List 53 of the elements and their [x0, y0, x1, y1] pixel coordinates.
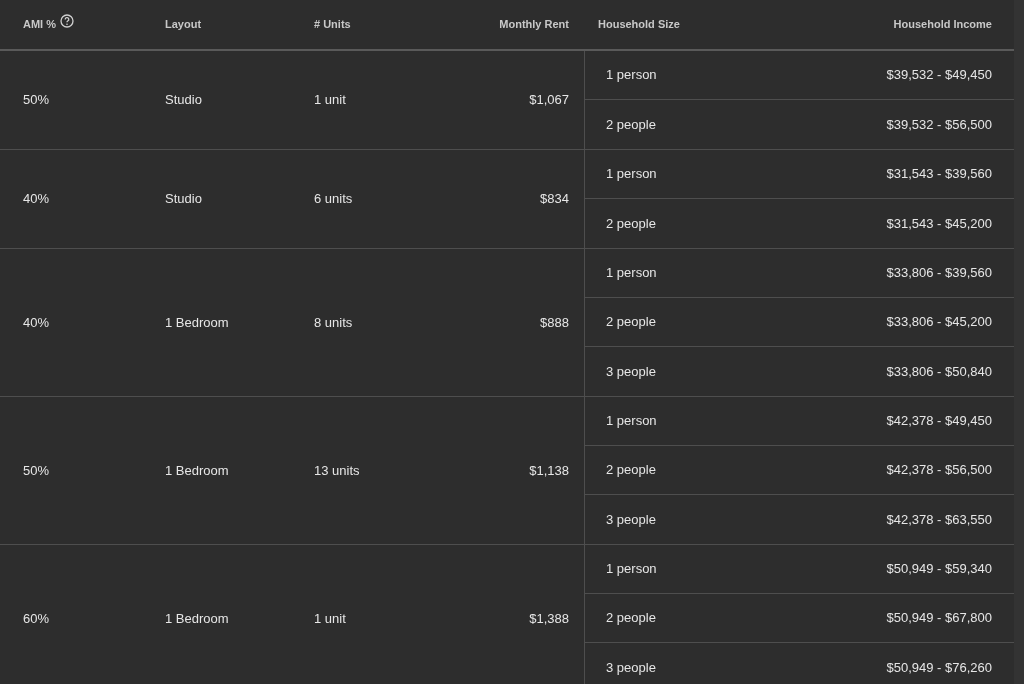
- column-header: Household Income: [893, 17, 992, 33]
- table-cell-text: $888: [540, 313, 569, 332]
- column-header: AMI %: [23, 17, 56, 33]
- table-cell-text: 40%: [23, 190, 50, 209]
- table-cell-text: Studio: [165, 91, 202, 110]
- table-cell-text: 2 people: [606, 609, 656, 628]
- table-cell-text: 50%: [23, 461, 50, 480]
- table-cell-text: 3 people: [606, 510, 656, 529]
- table-cell-text: $33,806 - $50,840: [886, 362, 992, 381]
- table-cell-text: $42,378 - $56,500: [886, 461, 992, 480]
- table-cell-text: $31,543 - $45,200: [886, 214, 992, 233]
- table-cell-text: 13 units: [314, 461, 360, 480]
- table-cell-text: 1 unit: [314, 91, 346, 110]
- table-cell-text: $42,378 - $49,450: [886, 412, 992, 431]
- column-header: # Units: [314, 17, 351, 33]
- table-cell-text: 2 people: [606, 115, 656, 134]
- table-cell-text: 1 Bedroom: [165, 461, 229, 480]
- table-cell-text: 40%: [23, 313, 50, 332]
- table-cell-text: 2 people: [606, 461, 656, 480]
- table-cell-text: 2 people: [606, 214, 656, 233]
- table-cell-text: 1 Bedroom: [165, 313, 229, 332]
- table-cell-text: $834: [540, 190, 569, 209]
- column-header: Monthly Rent: [499, 17, 569, 33]
- table-cell-text: Studio: [165, 190, 202, 209]
- table-cell-text: 2 people: [606, 313, 656, 332]
- table-cell-text: 1 person: [606, 412, 657, 431]
- table-cell-text: 3 people: [606, 362, 656, 381]
- table-cell-text: 1 person: [606, 66, 657, 85]
- table-cell-text: $50,949 - $76,260: [886, 658, 992, 677]
- table-cell-text: 6 units: [314, 190, 353, 209]
- table-cell-text: $1,138: [529, 461, 569, 480]
- table-cell-text: 1 unit: [314, 609, 346, 628]
- table-cell-text: $33,806 - $45,200: [886, 313, 992, 332]
- table-cell-text: $33,806 - $39,560: [886, 264, 992, 283]
- table-cell-text: $39,532 - $56,500: [886, 115, 992, 134]
- table-cell-text: 50%: [23, 91, 50, 110]
- table-cell-text: 1 person: [606, 560, 657, 579]
- table-cell-text: $39,532 - $49,450: [886, 66, 992, 85]
- table-cell-text: $1,388: [529, 609, 569, 628]
- table-cell-text: $50,949 - $59,340: [886, 560, 992, 579]
- help-icon[interactable]: [60, 13, 74, 28]
- table-cell-text: $50,949 - $67,800: [886, 609, 992, 628]
- table-cell-text: 1 person: [606, 264, 657, 283]
- table-cell-text: $42,378 - $63,550: [886, 510, 992, 529]
- table-cell-text: 8 units: [314, 313, 353, 332]
- table-cell-text: 60%: [23, 609, 50, 628]
- column-header: Household Size: [598, 17, 680, 33]
- column-header: Layout: [165, 18, 202, 31]
- table-cell-text: 1 person: [606, 165, 657, 184]
- table-cell-text: $31,543 - $39,560: [886, 165, 992, 184]
- table-cell-text: $1,067: [529, 91, 569, 110]
- table-cell-text: 1 Bedroom: [165, 609, 229, 628]
- table-cell-text: 3 people: [606, 658, 656, 677]
